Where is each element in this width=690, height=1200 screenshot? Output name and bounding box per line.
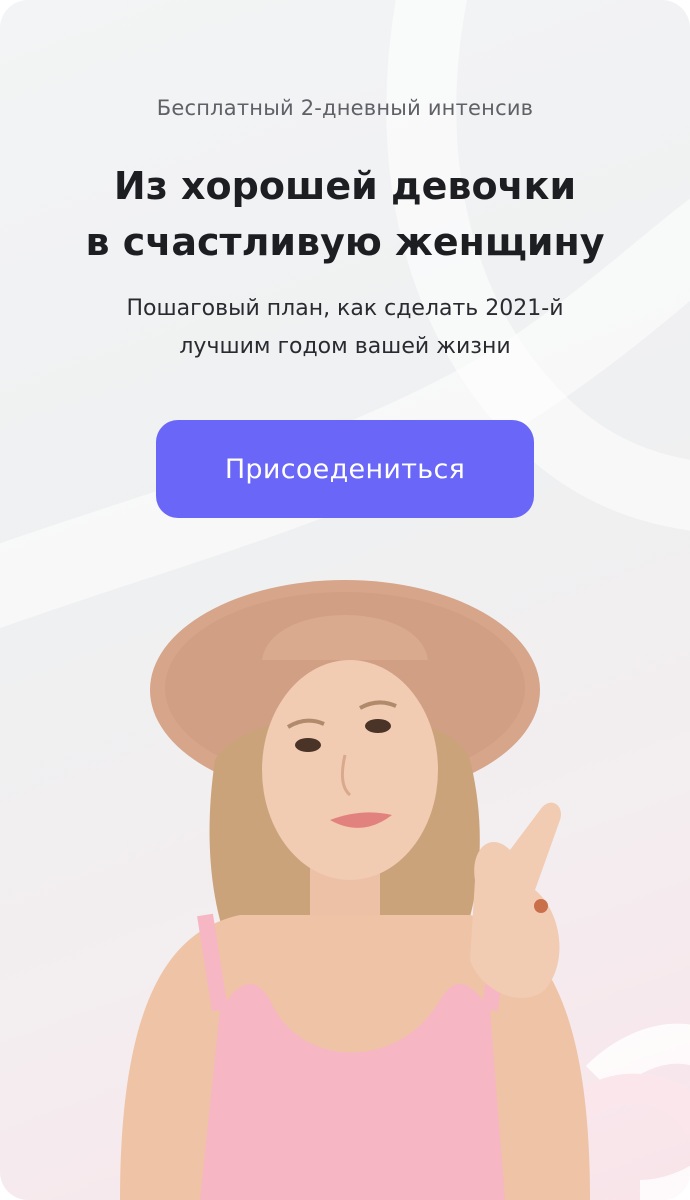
description-line-2: лучшим годом вашей жизни: [179, 334, 511, 359]
woman-in-hat-photo: [120, 580, 590, 1200]
face: [262, 660, 438, 880]
promo-card: Бесплатный 2-дневный интенсив Из хорошей…: [0, 0, 690, 1200]
raised-hand: [470, 802, 561, 999]
promo-description: Пошаговый план, как сделать 2021-й лучши…: [20, 290, 670, 366]
intensive-subtitle: Бесплатный 2-дневный интенсив: [156, 96, 534, 120]
title-line-2: в счастливую женщину: [85, 220, 605, 264]
title-line-1: Из хорошей девочки: [113, 164, 577, 208]
page-title: Из хорошей девочки в счастливую женщину: [20, 158, 670, 270]
description-line-1: Пошаговый план, как сделать 2021-й: [126, 296, 564, 321]
join-button[interactable]: Присоедениться: [156, 420, 534, 518]
